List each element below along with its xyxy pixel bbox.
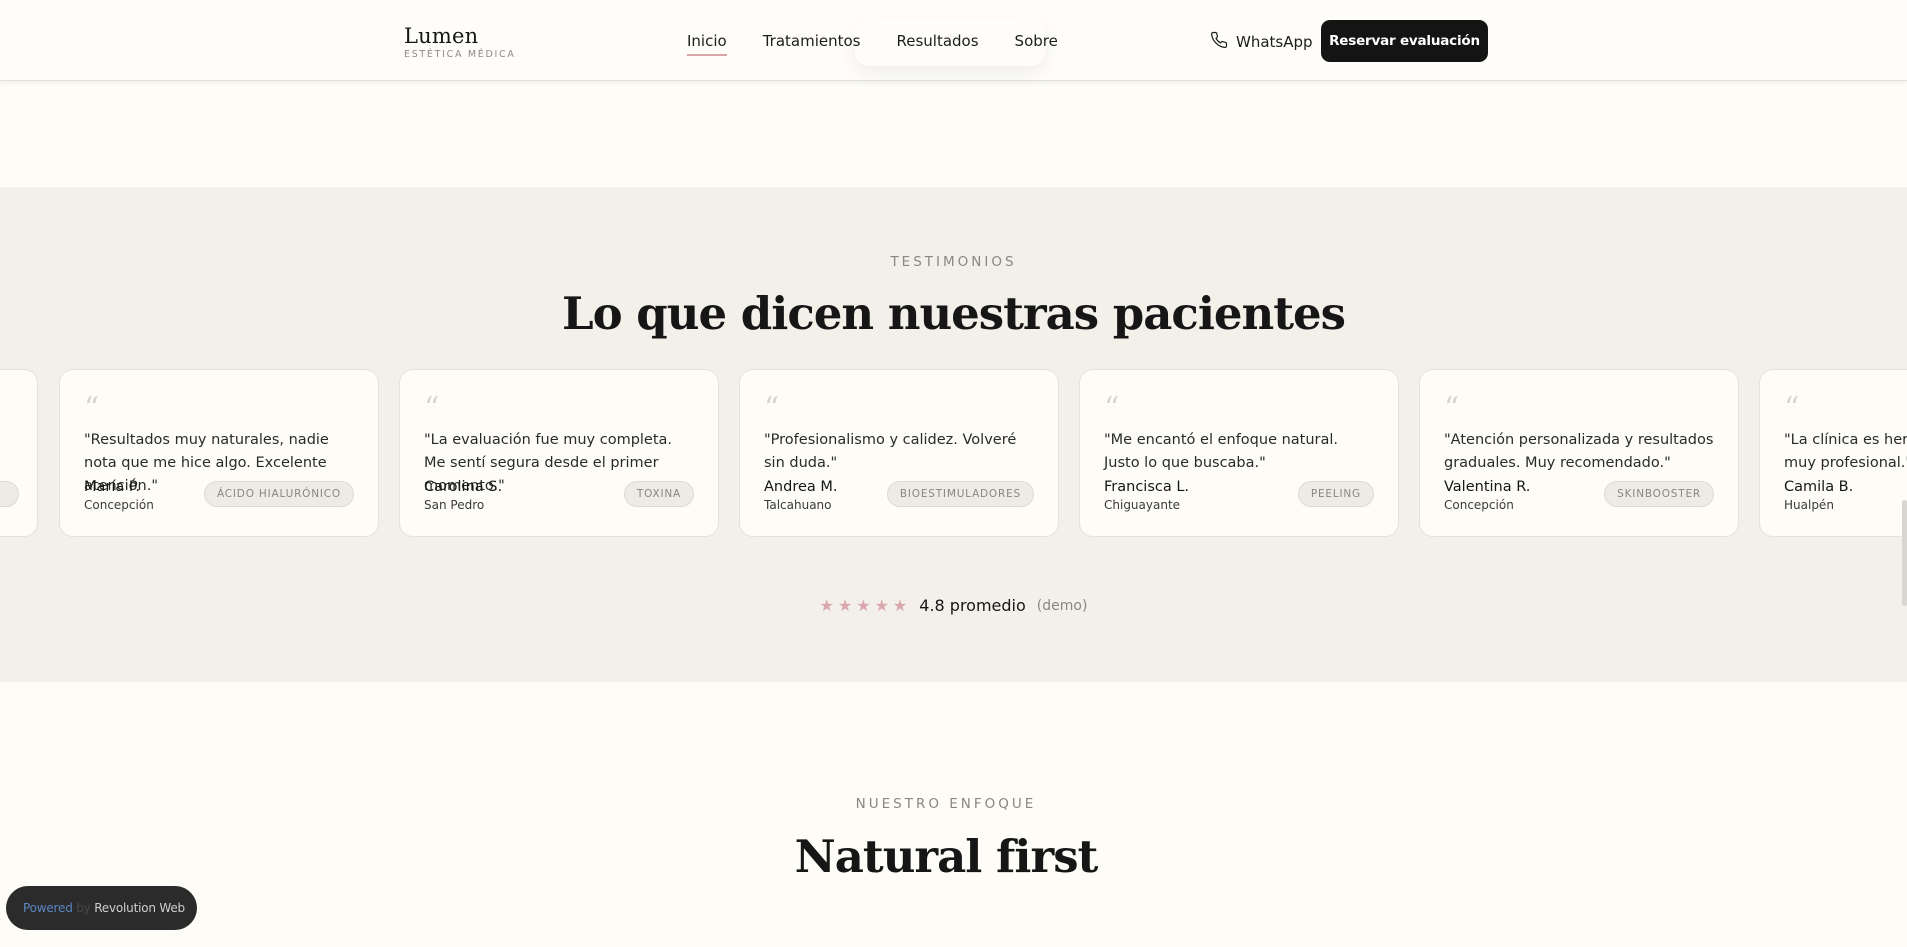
approach-title: Natural first [794,830,1099,883]
rating-note: (demo) [1036,597,1088,614]
scrollbar-thumb[interactable] [1902,500,1907,606]
whatsapp-link[interactable]: WhatsApp [1210,31,1313,53]
nav-item-sobre[interactable]: Sobre [1015,31,1058,51]
testimonial-card: “ "Profesionalismo y calidez. Volveré si… [739,369,1059,537]
testimonial-author: Carolina S. [424,479,503,495]
nav-item-tratamientos[interactable]: Tratamientos [763,31,861,51]
testimonial-author: Andrea M. [764,479,838,495]
powered-by-badge[interactable]: Powered by Revolution Web [6,886,197,930]
treatment-tag: ÁCIDO HIALURÓNICO [203,481,354,507]
badge-text-by: by [76,901,91,915]
star-icon: ★ [837,595,853,615]
testimonial-author: Francisca L. [1104,479,1190,495]
quote-icon: “ [1784,391,1800,426]
star-icon: ★ [874,595,889,615]
rating-stars: ★ ★ ★ ★ ★ [819,595,908,615]
quote-icon: “ [764,391,780,426]
page-scrollbar[interactable] [1901,0,1907,947]
testimonial-author: María P. [84,479,140,495]
treatment-tag: SKINBOOSTER [1604,481,1714,507]
treatment-tag: TOXINA [623,481,694,507]
testimonial-author: Camila B. [1784,479,1854,495]
testimonial-text: "La clínica es hermosa y el equipo muy p… [1784,432,1907,471]
testimonial-author: Valentina R. [1444,479,1531,495]
whatsapp-label: WhatsApp [1236,33,1313,51]
testimonial-city: San Pedro [424,498,485,512]
testimonial-card: “ "La evaluación fue muy completa. Me se… [399,369,719,537]
main-nav: Inicio Tratamientos Resultados Sobre [687,31,1058,56]
book-evaluation-button[interactable]: Reservar evaluación [1321,20,1488,62]
quote-icon: “ [1444,391,1460,426]
testimonials-title: Lo que dicen nuestras pacientes [561,287,1346,340]
testimonial-card: “ "Me encantó el enfoque natural. Justo … [1079,369,1399,537]
testimonials-eyebrow: TESTIMONIOS [890,254,1017,270]
testimonial-text: "Profesionalismo y calidez. Volveré sin … [764,432,1017,471]
testimonial-card: “ "Atención personalizada y resultados g… [1419,369,1739,537]
treatment-tag: PEELING [1297,481,1374,507]
testimonial-city: Talcahuano [764,498,832,512]
site-header: Lumen ESTÉTICA MÉDICA Inicio Tratamiento… [0,0,1907,81]
testimonial-carousel[interactable]: “ "Resultados muy naturales, nadie nota … [0,369,1907,537]
nav-item-inicio[interactable]: Inicio [687,31,727,56]
testimonial-city: Hualpén [1784,498,1834,512]
star-icon: ★ [856,595,871,615]
testimonial-text: "Me encantó el enfoque natural. Justo lo… [1104,432,1339,471]
star-icon: ★ [819,595,834,615]
testimonial-card-partial-left [0,369,38,537]
approach-eyebrow: NUESTRO ENFOQUE [855,796,1037,812]
testimonial-city: Concepción [84,498,154,512]
treatment-tag: BIOESTIMULADORES [886,481,1034,507]
phone-icon [1210,31,1228,53]
brand-name: Lumen [404,24,479,48]
quote-icon: “ [424,391,440,426]
quote-icon: “ [84,391,100,426]
testimonial-city: Concepción [1444,498,1514,512]
testimonial-tag-partial [0,481,19,507]
testimonial-text: "Atención personalizada y resultados gra… [1444,432,1714,471]
rating-value: 4.8 promedio [919,596,1026,615]
nav-item-resultados[interactable]: Resultados [896,31,978,51]
average-rating: ★ ★ ★ ★ ★ 4.8 promedio (demo) [0,596,1907,615]
testimonial-card-partial-right: “ "La clínica es hermosa y el equipo muy… [1759,369,1907,537]
brand-subtitle: ESTÉTICA MÉDICA [404,49,516,60]
badge-text-brand: Revolution Web [94,901,185,915]
star-icon: ★ [892,595,908,615]
testimonial-city: Chiguayante [1104,498,1181,512]
testimonials-section: TESTIMONIOS Lo que dicen nuestras pacien… [0,187,1907,682]
quote-icon: “ [1104,391,1120,426]
badge-text-powered: Powered [23,901,73,915]
brand-logo[interactable]: Lumen ESTÉTICA MÉDICA [404,24,516,61]
testimonial-card: “ "Resultados muy naturales, nadie nota … [59,369,379,537]
